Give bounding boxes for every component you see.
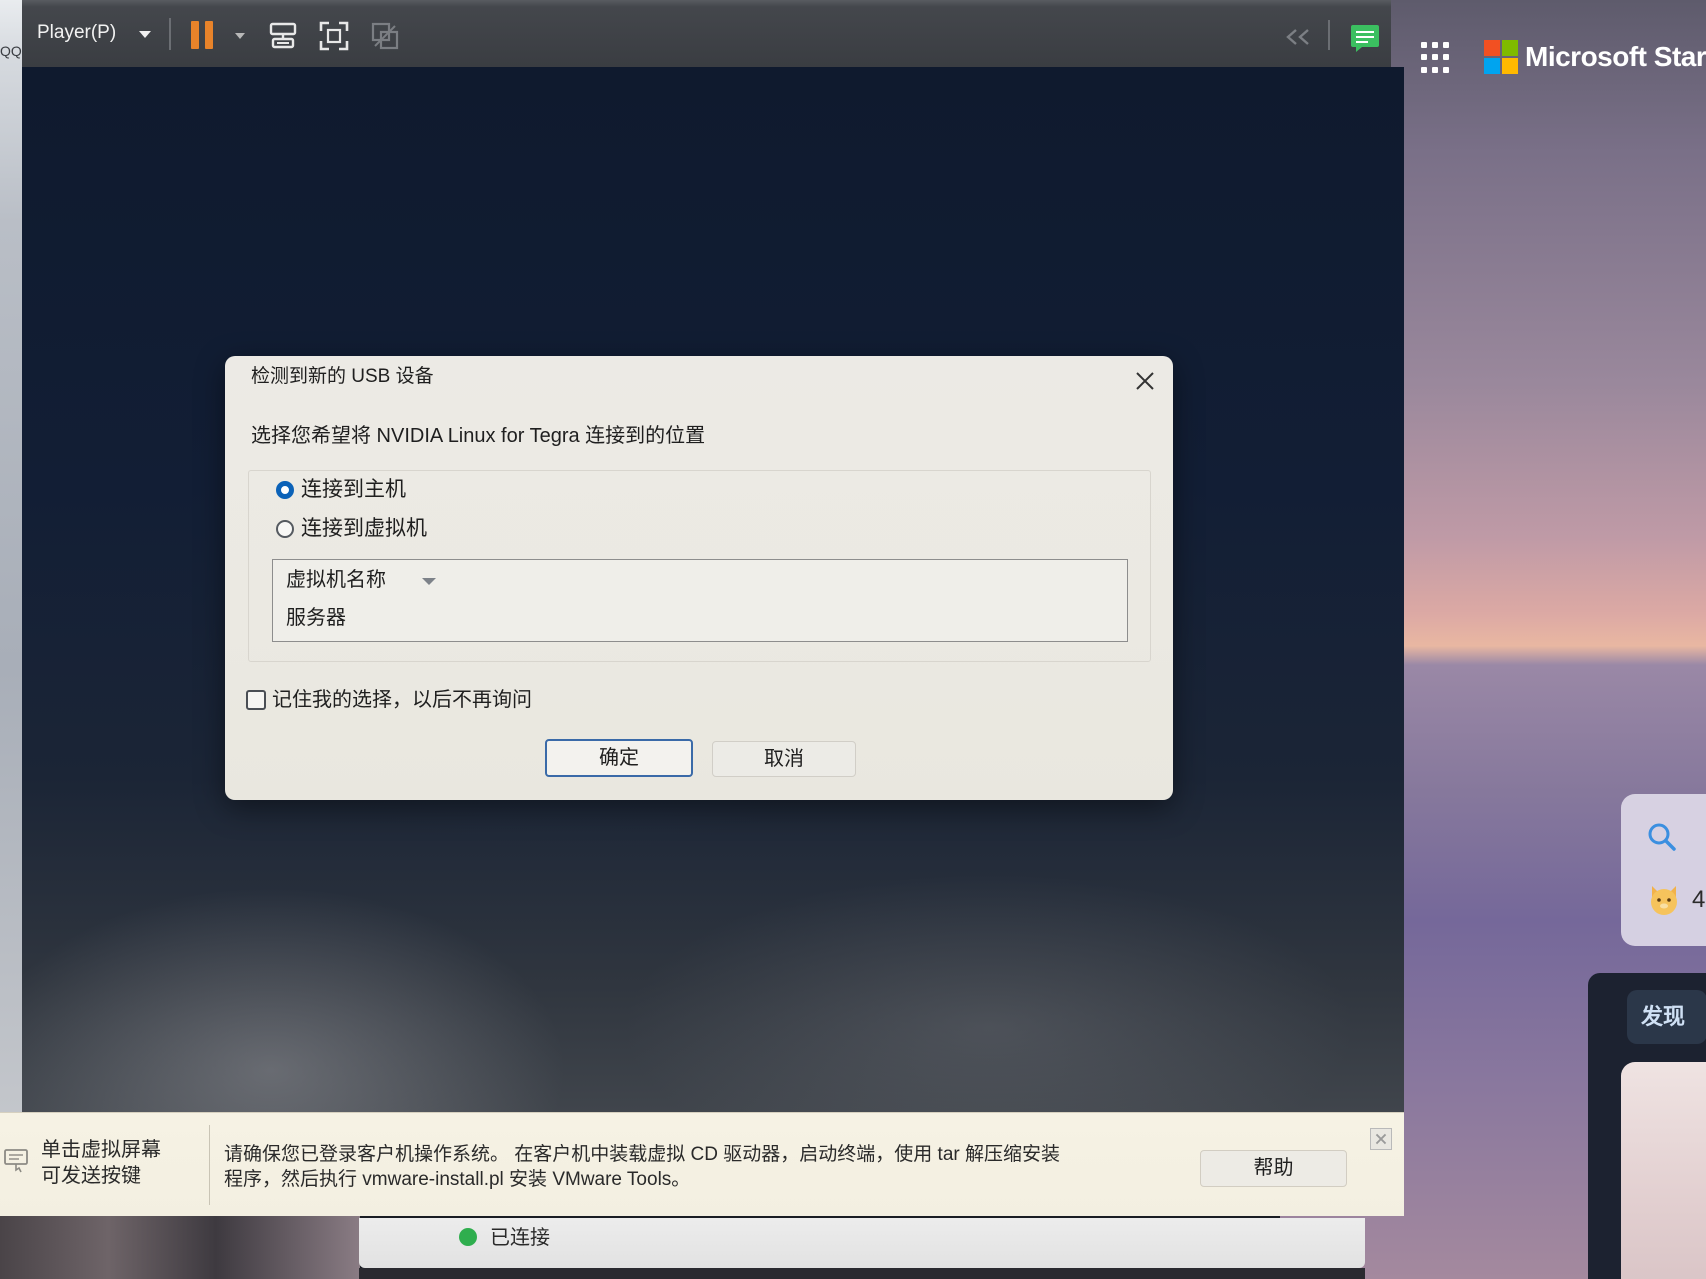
install-message-line2: 程序，然后执行 vmware-install.pl 安装 VMware Tool… xyxy=(224,1169,691,1190)
player-menu-label: Player(P) xyxy=(37,22,117,43)
feed-card[interactable] xyxy=(1621,1062,1706,1279)
remember-choice-checkbox[interactable] xyxy=(246,690,266,710)
status-indicator-icon xyxy=(459,1228,477,1246)
close-icon[interactable] xyxy=(1370,1128,1392,1150)
usb-device-dialog: 检测到新的 USB 设备 选择您希望将 NVIDIA Linux for Teg… xyxy=(225,356,1173,800)
fullscreen-icon[interactable] xyxy=(318,20,350,52)
discover-button[interactable]: 发现 xyxy=(1627,990,1706,1044)
cancel-button[interactable]: 取消 xyxy=(712,741,856,777)
screen: Microsoft Start 4 发现 QQ Player(P) 检测到新的 … xyxy=(0,0,1706,1279)
info-bar-divider xyxy=(209,1125,210,1205)
left-window-edge xyxy=(0,0,22,1112)
connect-to-vm-radio[interactable] xyxy=(276,520,294,538)
desktop-background-strip xyxy=(359,1268,1365,1279)
ok-button[interactable]: 确定 xyxy=(545,739,693,777)
note-icon[interactable] xyxy=(1350,24,1380,52)
connect-to-host-radio[interactable] xyxy=(276,481,294,499)
widget-count: 4 xyxy=(1692,886,1706,913)
connect-to-host-label[interactable]: 连接到主机 xyxy=(301,478,406,502)
logo-yellow xyxy=(1502,58,1518,74)
vm-name-column-header[interactable]: 虚拟机名称 xyxy=(286,568,386,592)
connection-status-bar: 已连接 xyxy=(359,1218,1365,1268)
pause-icon[interactable] xyxy=(191,21,217,49)
pause-options-chevron-icon[interactable] xyxy=(235,33,245,39)
sort-chevron-down-icon[interactable] xyxy=(422,578,436,585)
toolbar-separator xyxy=(169,18,171,50)
connection-status-text: 已连接 xyxy=(490,1227,550,1249)
help-button[interactable]: 帮助 xyxy=(1200,1150,1347,1187)
desktop-background-strip xyxy=(0,1216,360,1279)
qq-label: QQ xyxy=(0,43,22,59)
close-icon[interactable] xyxy=(1131,367,1159,395)
microsoft-logo-icon xyxy=(1484,40,1518,74)
dialog-title: 检测到新的 USB 设备 xyxy=(251,366,434,387)
hint-text-line2: 可发送按键 xyxy=(41,1165,141,1187)
unity-icon[interactable] xyxy=(369,20,401,52)
remember-choice-label[interactable]: 记住我的选择，以后不再询问 xyxy=(272,688,532,712)
cat-icon xyxy=(1651,886,1677,915)
chevron-down-icon[interactable] xyxy=(139,31,151,38)
logo-red xyxy=(1484,40,1500,56)
logo-blue xyxy=(1484,58,1500,74)
vmware-toolbar xyxy=(22,0,1391,67)
toolbar-separator xyxy=(1328,20,1330,50)
player-menu-button[interactable]: Player(P) xyxy=(37,20,116,48)
logo-green xyxy=(1502,40,1518,56)
search-icon[interactable] xyxy=(1646,821,1678,853)
keyboard-screen-icon xyxy=(4,1149,28,1173)
vm-list-item[interactable]: 服务器 xyxy=(286,606,346,630)
connect-to-vm-label[interactable]: 连接到虚拟机 xyxy=(301,517,427,541)
install-message-line1: 请确保您已登录客户机操作系统。 在客户机中装载虚拟 CD 驱动器，启动终端，使用… xyxy=(224,1144,1061,1165)
hint-text-line1: 单击虚拟屏幕 xyxy=(41,1139,161,1161)
widget-title: Microsoft Start xyxy=(1525,41,1706,72)
widget-card[interactable] xyxy=(1621,794,1706,946)
send-ctrl-alt-del-icon[interactable] xyxy=(267,20,299,52)
app-launcher-icon[interactable] xyxy=(1421,42,1453,74)
vmware-tools-info-bar: 单击虚拟屏幕 可发送按键 请确保您已登录客户机操作系统。 在客户机中装载虚拟 C… xyxy=(0,1112,1404,1216)
vm-list[interactable]: 虚拟机名称 服务器 xyxy=(272,559,1128,642)
dialog-instruction: 选择您希望将 NVIDIA Linux for Tegra 连接到的位置 xyxy=(251,425,706,447)
collapse-icon[interactable] xyxy=(1284,28,1312,46)
